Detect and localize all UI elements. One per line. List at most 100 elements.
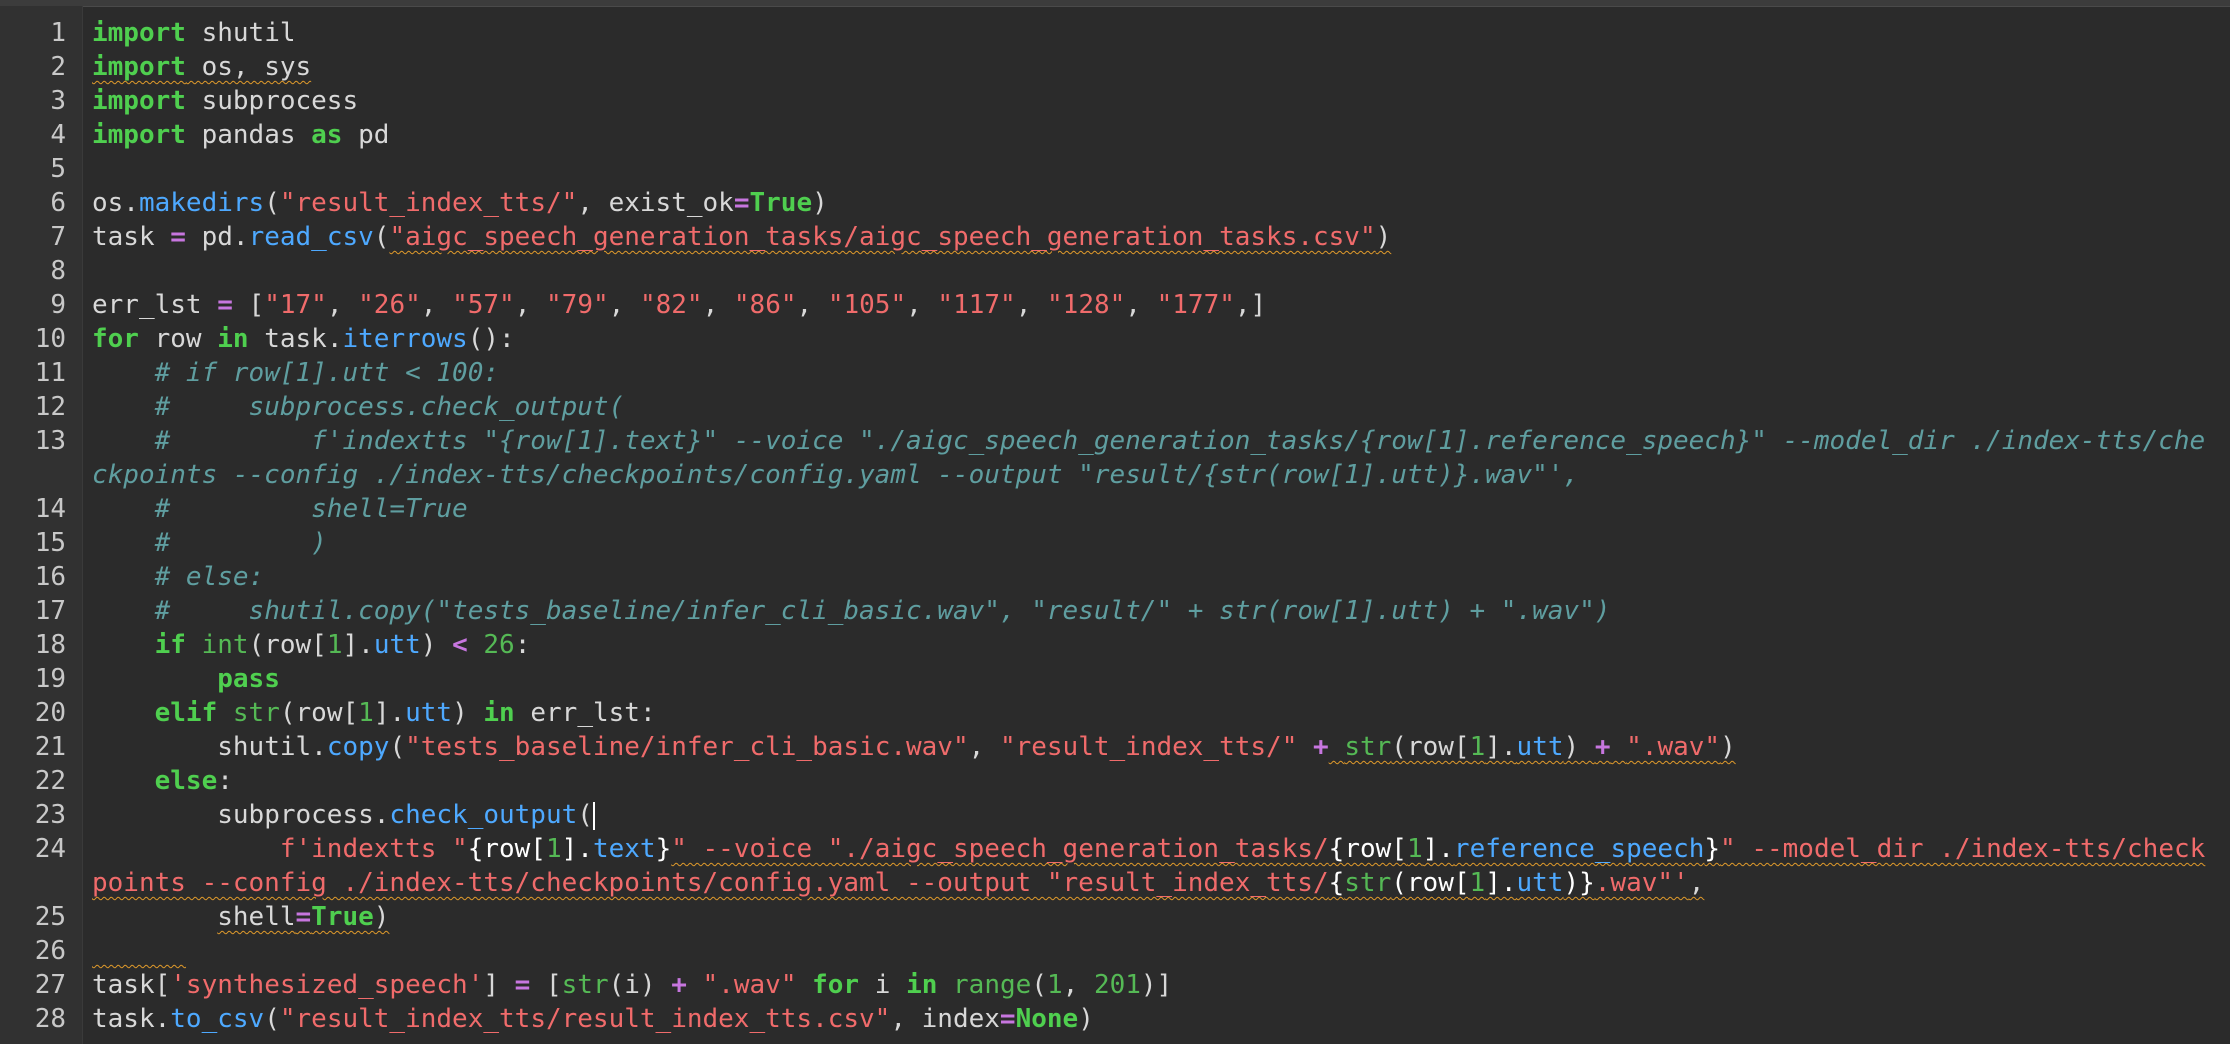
code-line[interactable]: 6 os.makedirs("result_index_tts/", exist…: [0, 186, 2230, 220]
keyword: True: [749, 188, 813, 218]
code-text[interactable]: f'indextts "{row[1].text}" --voice "./ai…: [92, 832, 2212, 900]
line-number: 5: [50, 154, 66, 184]
code-text[interactable]: shell=True): [92, 900, 2212, 934]
string-literal: "result_index_tts/": [279, 188, 578, 218]
code-token: {row[: [467, 834, 546, 864]
code-text[interactable]: os.makedirs("result_index_tts/", exist_o…: [92, 186, 2212, 220]
code-line[interactable]: 20 elif str(row[1].utt) in err_lst:: [0, 696, 2230, 730]
code-token: ,: [326, 290, 359, 320]
attribute-name: text: [592, 834, 656, 864]
code-token: ,: [1688, 868, 1705, 898]
code-text[interactable]: err_lst = ["17", "26", "57", "79", "82",…: [92, 288, 2212, 322]
code-line[interactable]: 8: [0, 254, 2230, 288]
code-text[interactable]: else:: [92, 764, 2212, 798]
code-token: ): [420, 630, 453, 660]
code-line[interactable]: 3 import subprocess: [0, 84, 2230, 118]
code-editor[interactable]: 1 import shutil 2 import os, sys 3 impor…: [0, 0, 2230, 1044]
code-token: }: [655, 834, 672, 864]
comment[interactable]: # ): [92, 526, 2212, 560]
code-line[interactable]: 5: [0, 152, 2230, 186]
operator: =: [170, 222, 186, 252]
number-literal: 1: [1469, 868, 1486, 898]
code-token: ():: [467, 324, 515, 354]
code-text[interactable]: task.to_csv("result_index_tts/result_ind…: [92, 1002, 2212, 1036]
operator: =: [295, 902, 312, 932]
line-number: 19: [34, 664, 66, 694]
code-text[interactable]: import os, sys: [92, 50, 2212, 84]
operator: =: [217, 290, 233, 320]
code-token: ,: [702, 290, 734, 320]
string-literal: "82": [639, 290, 703, 320]
builtin-function: int: [201, 630, 249, 660]
comment[interactable]: # shell=True: [92, 492, 2212, 526]
code-line[interactable]: 25 shell=True): [0, 900, 2230, 934]
code-line[interactable]: 19 pass: [0, 662, 2230, 696]
string-literal: "128": [1047, 290, 1126, 320]
code-line[interactable]: 4 import pandas as pd: [0, 118, 2230, 152]
code-line[interactable]: 12 # subprocess.check_output(: [0, 390, 2230, 424]
comment[interactable]: # f'indextts "{row[1].text}" --voice "./…: [92, 424, 2212, 492]
code-token: os.: [92, 188, 139, 218]
code-line[interactable]: 26: [0, 934, 2230, 968]
code-text[interactable]: pass: [92, 662, 2212, 696]
code-text[interactable]: subprocess.check_output(: [92, 798, 2212, 832]
code-text[interactable]: import pandas as pd: [92, 118, 2212, 152]
code-text[interactable]: task['synthesized_speech'] = [str(i) + "…: [92, 968, 2212, 1002]
code-text[interactable]: task = pd.read_csv("aigc_speech_generati…: [92, 220, 2212, 254]
code-line[interactable]: 17 # shutil.copy("tests_baseline/infer_c…: [0, 594, 2230, 628]
code-text[interactable]: import shutil: [92, 16, 2212, 50]
code-token: pd.: [185, 222, 249, 252]
code-lines[interactable]: 1 import shutil 2 import os, sys 3 impor…: [0, 16, 2230, 1036]
attribute-name: utt: [1516, 732, 1564, 762]
code-line[interactable]: 2 import os, sys: [0, 50, 2230, 84]
code-token: (row[: [1391, 868, 1470, 898]
code-text[interactable]: if int(row[1].utt) < 26:: [92, 628, 2212, 662]
code-token: err_lst:: [514, 698, 656, 728]
code-line[interactable]: 23 subprocess.check_output(: [0, 798, 2230, 832]
string-literal: "aigc_speech_generation_tasks/aigc_speec…: [389, 222, 1376, 252]
code-line[interactable]: 27 task['synthesized_speech'] = [str(i) …: [0, 968, 2230, 1002]
code-line[interactable]: 16 # else:: [0, 560, 2230, 594]
code-line[interactable]: 28 task.to_csv("result_index_tts/result_…: [0, 1002, 2230, 1036]
line-number: 18: [34, 630, 66, 660]
function-name: makedirs: [138, 188, 265, 218]
code-line[interactable]: 22 else:: [0, 764, 2230, 798]
code-line[interactable]: 9 err_lst = ["17", "26", "57", "79", "82…: [0, 288, 2230, 322]
code-token: (row[: [279, 698, 359, 728]
code-token: }: [1704, 834, 1721, 864]
keyword: in: [483, 698, 515, 728]
comment[interactable]: # subprocess.check_output(: [92, 390, 2212, 424]
code-line[interactable]: 14 # shell=True: [0, 492, 2230, 526]
comment[interactable]: # shutil.copy("tests_baseline/infer_cli_…: [92, 594, 2212, 628]
code-line[interactable]: 13 # f'indextts "{row[1].text}" --voice …: [0, 424, 2230, 492]
number-literal: 1: [326, 630, 343, 660]
code-token: , index: [890, 1004, 1000, 1034]
code-line[interactable]: 18 if int(row[1].utt) < 26:: [0, 628, 2230, 662]
code-text[interactable]: elif str(row[1].utt) in err_lst:: [92, 696, 2212, 730]
comment[interactable]: # if row[1].utt < 100:: [92, 356, 2212, 390]
code-token: ,: [968, 732, 1000, 762]
code-line[interactable]: 1 import shutil: [0, 16, 2230, 50]
code-line[interactable]: 21 shutil.copy("tests_baseline/infer_cli…: [0, 730, 2230, 764]
code-token: ): [1078, 1004, 1094, 1034]
number-literal: 201: [1093, 970, 1141, 1000]
code-line[interactable]: 24 f'indextts "{row[1].text}" --voice ".…: [0, 832, 2230, 900]
code-text[interactable]: [92, 934, 2212, 968]
code-line[interactable]: 7 task = pd.read_csv("aigc_speech_genera…: [0, 220, 2230, 254]
code-text[interactable]: shutil.copy("tests_baseline/infer_cli_ba…: [92, 730, 2212, 764]
code-text[interactable]: for row in task.iterrows():: [92, 322, 2212, 356]
line-number: 2: [50, 52, 66, 82]
string-literal: .wav"': [1594, 868, 1689, 898]
line-number: 28: [34, 1004, 66, 1034]
comment[interactable]: # else:: [92, 560, 2212, 594]
string-literal: ".wav": [702, 970, 797, 1000]
code-line[interactable]: 11 # if row[1].utt < 100:: [0, 356, 2230, 390]
function-name: to_csv: [170, 1004, 265, 1034]
string-literal: " --voice "./aigc_speech_generation_task…: [671, 834, 1329, 864]
code-line[interactable]: 10 for row in task.iterrows():: [0, 322, 2230, 356]
code-text[interactable]: import subprocess: [92, 84, 2212, 118]
code-line[interactable]: 15 # ): [0, 526, 2230, 560]
